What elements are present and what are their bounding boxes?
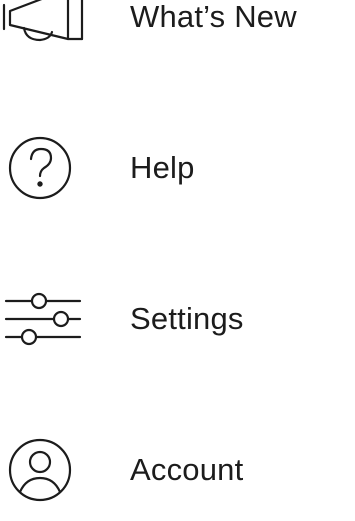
menu-item-whats-new[interactable]: What’s New: [0, 0, 355, 57]
navigation-menu: What’s New Help Settings Account: [0, 0, 355, 521]
menu-item-label: What’s New: [130, 0, 297, 34]
question-circle-icon: [0, 128, 100, 208]
user-circle-icon: [0, 430, 100, 510]
megaphone-icon: [0, 0, 100, 57]
menu-item-label: Settings: [130, 301, 244, 336]
menu-item-account[interactable]: Account: [0, 430, 355, 510]
menu-item-settings[interactable]: Settings: [0, 279, 355, 359]
menu-item-help[interactable]: Help: [0, 128, 355, 208]
menu-item-label: Account: [130, 452, 244, 487]
menu-item-label: Help: [130, 150, 195, 185]
sliders-icon: [0, 279, 100, 359]
